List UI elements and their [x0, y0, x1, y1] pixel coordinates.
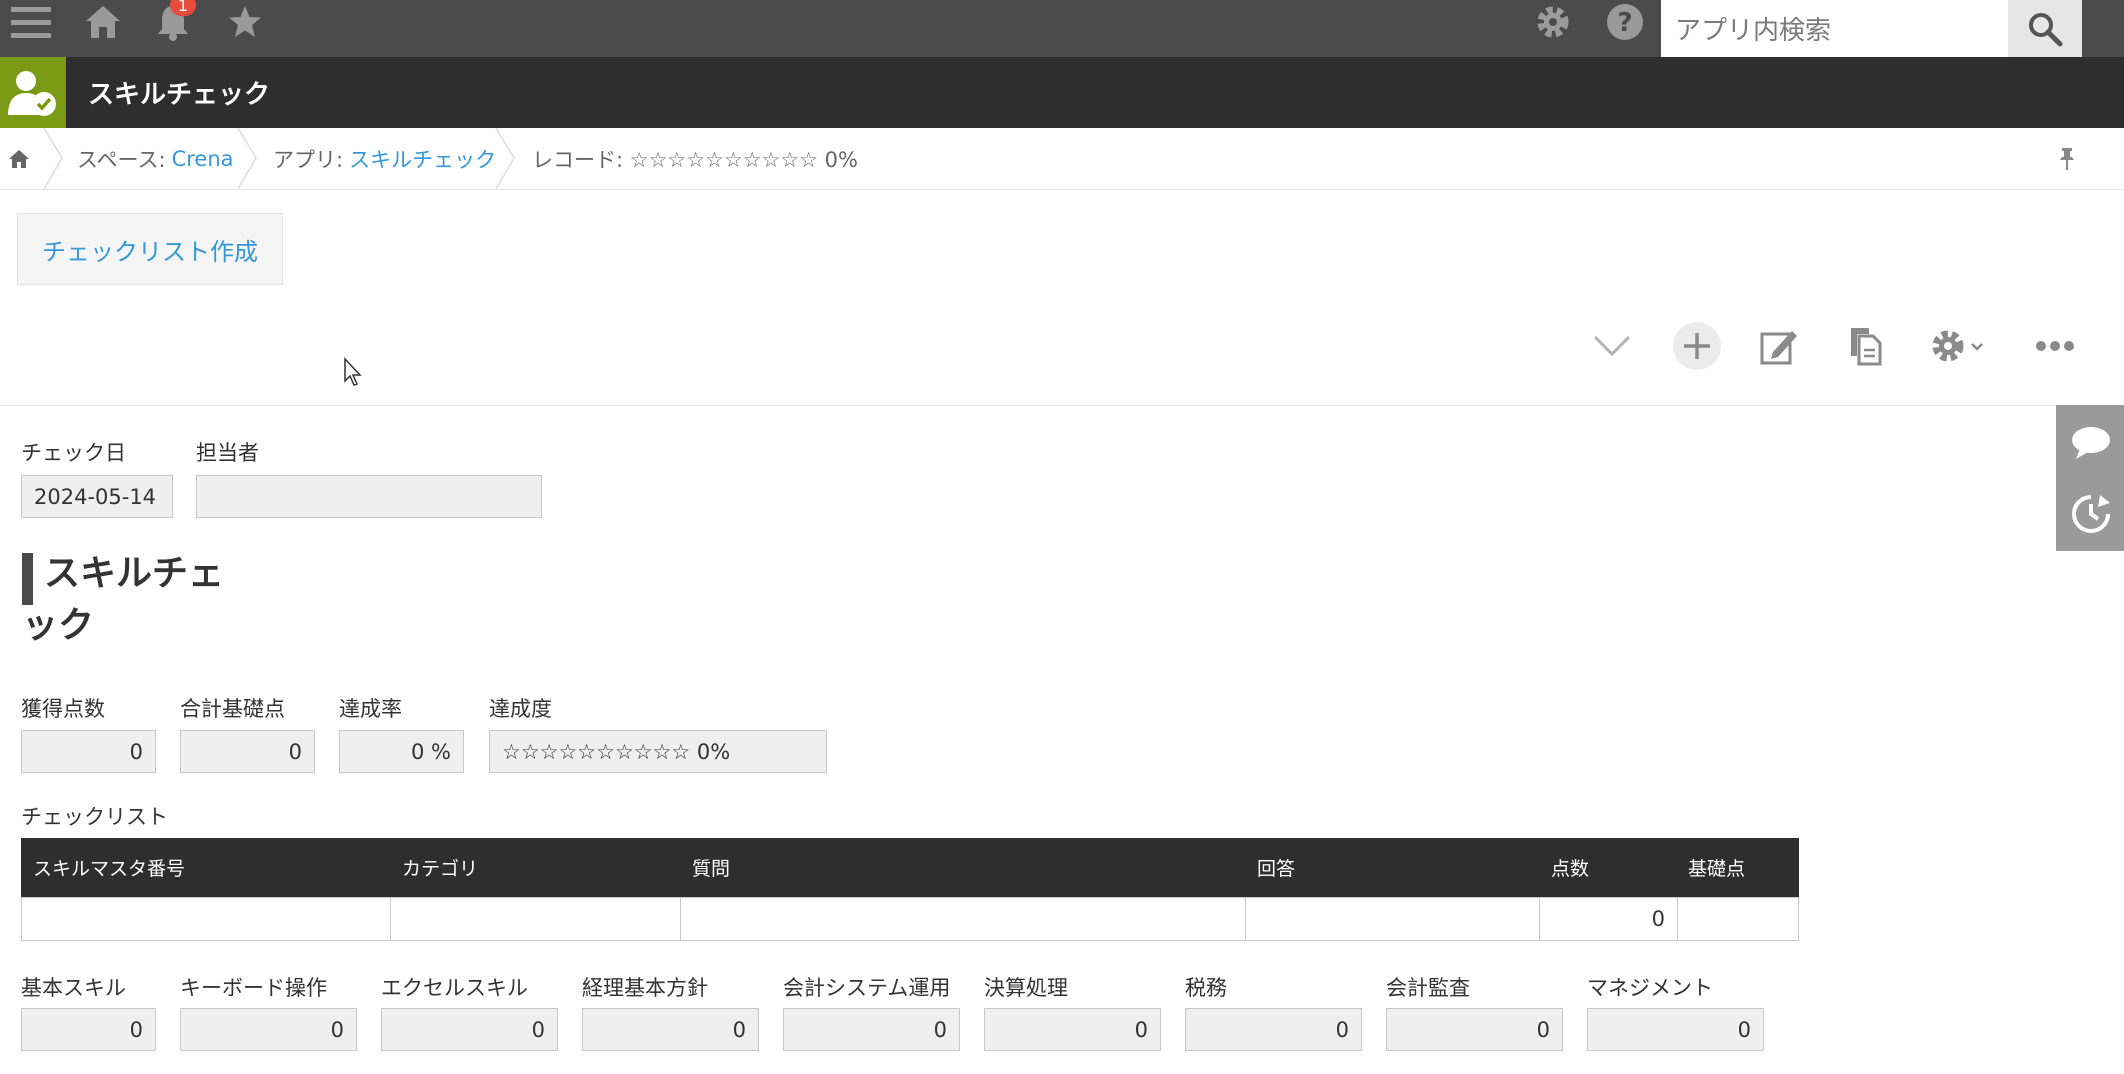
menu-icon[interactable]	[6, 0, 56, 44]
app-header: スキルチェック	[0, 57, 2124, 128]
category-field-tax: 0	[1185, 1008, 1362, 1051]
search-icon	[2029, 12, 2063, 46]
collapse-chevron-icon[interactable]	[1582, 316, 1642, 376]
category-label-audit: 会計監査	[1386, 976, 1470, 1000]
gear-dropdown-icon	[1932, 330, 1983, 362]
score-field: 0	[21, 730, 156, 773]
cell-category	[391, 898, 681, 940]
category-label-management: マネジメント	[1587, 976, 1713, 1000]
more-options-icon[interactable]	[2025, 316, 2085, 376]
search-button[interactable]	[2008, 0, 2082, 57]
toolbar-divider	[0, 405, 2056, 406]
cell-question	[681, 898, 1246, 940]
assignee-label: 担当者	[196, 441, 259, 465]
assignee-field[interactable]	[196, 475, 542, 518]
gear-icon[interactable]	[1528, 0, 1578, 44]
rate-field: 0 %	[339, 730, 464, 773]
cursor-icon	[344, 357, 362, 386]
cell-points: 0	[1540, 898, 1678, 940]
table-row: 0	[21, 897, 1799, 941]
copy-icon	[1851, 328, 1882, 366]
app-icon	[0, 57, 66, 128]
pin-icon[interactable]	[2058, 128, 2076, 189]
checklist-label: チェックリスト	[21, 805, 168, 829]
breadcrumb-record: レコード: ☆☆☆☆☆☆☆☆☆☆ 0%	[532, 147, 859, 172]
cell-skill-master-no[interactable]	[22, 898, 391, 940]
category-field-audit: 0	[1386, 1008, 1563, 1051]
col-points: 点数	[1551, 858, 1590, 880]
edit-icon	[1760, 331, 1797, 365]
check-date-label: チェック日	[21, 441, 126, 465]
edit-record-button[interactable]	[1749, 316, 1809, 376]
col-answer: 回答	[1257, 858, 1296, 880]
star-icon[interactable]	[220, 0, 270, 44]
rate-label: 達成率	[339, 697, 402, 721]
space-prefix: スペース:	[77, 147, 166, 172]
space-link[interactable]: Crena	[172, 147, 234, 171]
category-field-closing: 0	[984, 1008, 1161, 1051]
category-field-keyboard: 0	[180, 1008, 357, 1051]
category-label-accounting-system: 会計システム運用	[783, 976, 951, 1000]
check-date-field[interactable]: 2024-05-14	[21, 475, 173, 518]
comment-icon[interactable]	[2070, 425, 2112, 461]
add-record-button[interactable]	[1667, 316, 1727, 376]
category-label-tax: 税務	[1185, 976, 1227, 1000]
category-label-accounting-policy: 経理基本方針	[582, 976, 708, 1000]
category-label-closing: 決算処理	[984, 976, 1068, 1000]
home-icon[interactable]	[78, 0, 128, 44]
app-title: スキルチェック	[88, 80, 271, 110]
base-total-field: 0	[180, 730, 315, 773]
breadcrumb-home[interactable]	[8, 128, 30, 189]
svg-text:?: ?	[1617, 8, 1632, 38]
category-field-accounting-policy: 0	[582, 1008, 759, 1051]
app-prefix: アプリ:	[273, 147, 344, 172]
group-title-line2: ック	[22, 605, 95, 646]
side-panel	[2056, 405, 2124, 551]
category-label-basic: 基本スキル	[21, 976, 126, 1000]
category-label-excel: エクセルスキル	[381, 976, 528, 1000]
breadcrumb-space: スペース: Crena	[77, 128, 234, 189]
achievement-field: ☆☆☆☆☆☆☆☆☆☆ 0%	[489, 730, 827, 773]
col-base-points: 基礎点	[1688, 858, 1746, 880]
help-icon[interactable]: ?	[1600, 0, 1650, 44]
app-link[interactable]: スキルチェック	[349, 144, 496, 174]
col-question: 質問	[692, 858, 731, 880]
col-category: カテゴリ	[402, 858, 479, 880]
group-title: スキルチェ ック	[22, 548, 232, 652]
category-label-keyboard: キーボード操作	[180, 976, 327, 1000]
breadcrumb-separator	[495, 128, 515, 189]
category-field-basic: 0	[21, 1008, 156, 1051]
history-icon[interactable]	[2070, 493, 2112, 535]
record-settings-button[interactable]	[1920, 316, 2000, 376]
breadcrumb: スペース: Crena アプリ: スキルチェック レコード: ☆☆☆☆☆☆☆☆☆…	[0, 128, 2124, 190]
cell-answer[interactable]	[1246, 898, 1540, 940]
create-checklist-button[interactable]: チェックリスト作成	[17, 213, 283, 285]
cell-base-points	[1678, 898, 1798, 940]
app-search-input[interactable]: アプリ内検索	[1661, 0, 2008, 57]
breadcrumb-separator	[43, 128, 63, 189]
breadcrumb-app: アプリ: スキルチェック	[273, 128, 496, 189]
breadcrumb-separator	[237, 128, 257, 189]
category-field-management: 0	[1587, 1008, 1764, 1051]
achievement-label: 達成度	[489, 697, 552, 721]
plus-icon	[1673, 322, 1721, 370]
category-field-excel: 0	[381, 1008, 558, 1051]
home-icon	[9, 149, 29, 168]
score-label: 獲得点数	[21, 697, 105, 721]
col-skill-master-no: スキルマスタ番号	[33, 858, 186, 880]
duplicate-record-button[interactable]	[1835, 316, 1895, 376]
group-title-line1: スキルチェ	[44, 553, 225, 594]
global-header: 1 ? アプリ内検索	[0, 0, 2124, 57]
checklist-table-header: スキルマスタ番号 カテゴリ 質問 回答 点数 基礎点	[21, 838, 1799, 897]
category-field-accounting-system: 0	[783, 1008, 960, 1051]
base-total-label: 合計基礎点	[180, 697, 285, 721]
